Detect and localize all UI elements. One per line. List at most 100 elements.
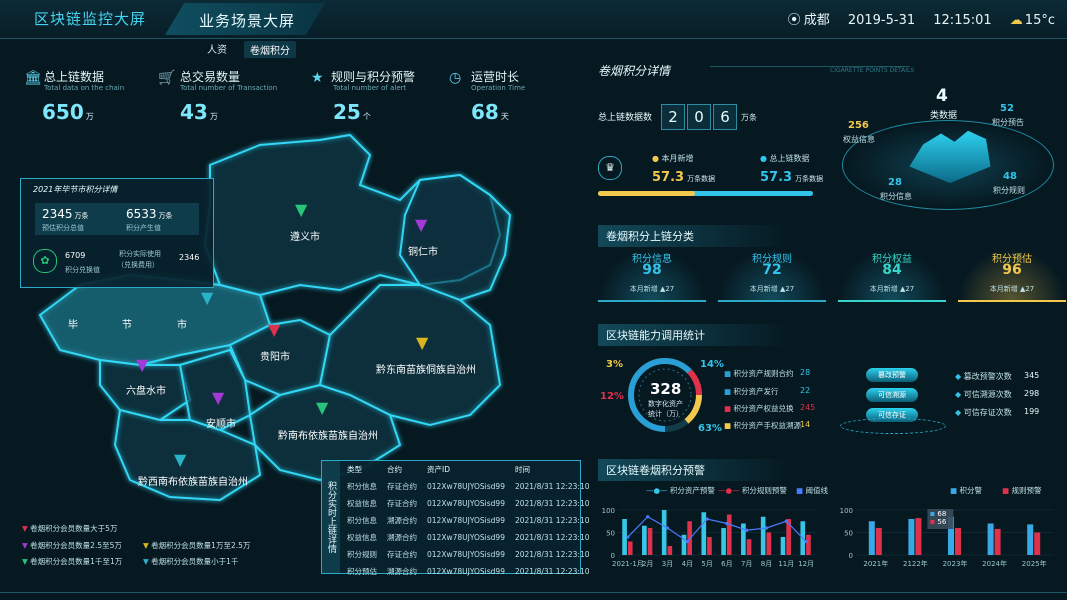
x-tick-label: 12月	[798, 560, 814, 568]
y-tick-label: 0	[849, 552, 853, 560]
subtab-hr[interactable]: 人资	[207, 41, 227, 56]
y-tick-label: 0	[611, 552, 615, 560]
category-card[interactable]: 积分预估 96 本月新增 ▲27	[958, 248, 1066, 302]
bar	[908, 519, 915, 555]
line-point	[685, 539, 689, 544]
category-card[interactable]: 积分权益 84 本月新增 ▲27	[838, 248, 946, 302]
stat-title: 总交易数量	[180, 70, 241, 84]
stat-title: 规则与积分预警	[331, 70, 416, 84]
bar	[726, 514, 732, 555]
marker-icon[interactable]: ▼	[212, 388, 224, 407]
realtime-table: 类型 合约 资产ID 时间 积分信息 存证合约 012Xw78UJYOSisd99 2021…	[342, 461, 595, 580]
marker-icon[interactable]: ▼	[415, 215, 427, 234]
bar	[915, 518, 922, 555]
map-label: 黔东南苗族侗族自治州	[376, 365, 476, 376]
x-tick-label: 8月	[761, 560, 772, 568]
marker-icon[interactable]: ▼	[174, 450, 186, 469]
x-tick-label: 2025年	[1022, 559, 1047, 568]
bar	[766, 532, 772, 555]
clock-icon: ◷	[449, 70, 462, 86]
series-line	[627, 515, 807, 543]
table-row[interactable]: 权益信息 溯源合约 012Xw78UJYOSisd99 2021/8/31 12:23…	[342, 529, 595, 546]
capability-value: 245	[800, 403, 816, 412]
map-label: 六盘水市	[126, 386, 166, 397]
bar	[806, 534, 811, 555]
bar	[667, 546, 673, 555]
table-row[interactable]: 积分规则 存证合约 012Xw78UJYOSisd99 2021/8/31 12:23…	[342, 546, 595, 563]
y-tick-label: 50	[606, 530, 615, 538]
stat-subtitle: Operation Time	[471, 84, 526, 92]
bar	[987, 523, 994, 555]
marker-icon[interactable]: ▼	[316, 398, 328, 417]
capability-item: ■ 积分资产发行	[724, 387, 779, 396]
map-label: 遵义市	[290, 232, 320, 243]
category-card[interactable]: 积分信息 98 本月新增 ▲27	[598, 248, 706, 302]
tab-business-screen[interactable]: 业务场景大屏	[165, 3, 325, 35]
capability-right-item: ◆ 可信存证次数	[955, 408, 1012, 417]
map-label: 节	[122, 320, 132, 331]
bijie-panel: 2021年毕节市积分详情 2345 万条 预估积分总值 6533 万条 积分产生值 …	[20, 178, 214, 288]
capability-value: 22	[800, 386, 811, 395]
table-row[interactable]: 积分预估 溯源合约 012Xw78UJYOSisd99 2021/8/31 12:23…	[342, 563, 595, 580]
ring-label: 积分规则	[993, 186, 1025, 195]
progress-fill	[598, 191, 695, 196]
stack-layer: 篡改预警	[866, 368, 918, 382]
digit-box: 6	[713, 104, 737, 130]
map-label: 毕	[68, 320, 78, 331]
map-label: 黔西南布依族苗族自治州	[138, 477, 248, 488]
pct-label: 12%	[600, 391, 624, 402]
temperature-label: 15°c	[1024, 13, 1055, 28]
capability-title: 区块链能力调用统计	[598, 324, 794, 346]
ring-value: 52	[1000, 103, 1014, 114]
line-point	[705, 517, 709, 521]
card-label: 预估积分总值	[42, 224, 84, 232]
capability-value: 28	[800, 368, 811, 377]
line-point	[646, 515, 650, 519]
bar	[661, 510, 667, 555]
pct-label: 14%	[700, 359, 724, 370]
app-title: 区块链监控大屏	[34, 10, 147, 28]
bar	[721, 528, 726, 555]
stack-layer: 可信溯源	[866, 388, 918, 402]
weather-icon: ☁	[1009, 13, 1023, 28]
ring-value: 256	[848, 120, 869, 131]
card-unit: 万条	[74, 212, 89, 220]
table-row[interactable]: 积分信息 存证合约 012Xw78UJYOSisd99 2021/8/31 12:23…	[342, 478, 595, 495]
y-tick-label: 100	[602, 507, 615, 515]
capability-value: 14	[800, 420, 811, 429]
card-value: 6533	[126, 207, 157, 221]
capability-center-value: 328	[650, 380, 682, 398]
digit-box: 0	[687, 104, 711, 130]
marker-icon[interactable]: ▼	[416, 333, 428, 352]
bar	[642, 525, 647, 555]
marker-icon[interactable]: ▼	[136, 355, 148, 374]
marker-icon[interactable]: ▼	[201, 288, 213, 307]
progress-bar	[598, 191, 813, 196]
y-tick-label: 100	[840, 507, 853, 515]
categories-title: 卷烟积分上链分类	[598, 225, 794, 247]
line-point	[665, 526, 670, 530]
capability-item: ■ 积分资产权益兑换	[724, 404, 794, 413]
table-header: 类型 合约 资产ID 时间	[347, 465, 530, 474]
x-tick-label: 2月	[642, 560, 653, 568]
x-tick-label: 2023年	[943, 559, 968, 568]
stat-title: 总上链数据	[44, 70, 105, 84]
y-tick-label: 50	[844, 530, 853, 538]
capability-center-label: 统计（万）	[648, 410, 683, 418]
ring-label: 权益信息	[843, 135, 875, 144]
bar	[701, 512, 707, 555]
capability-item: ■ 积分资产手权益溯源	[724, 421, 801, 430]
card-value: 2345	[42, 207, 73, 221]
capability-right-value: 345	[1024, 371, 1040, 380]
marker-icon[interactable]: ▼	[295, 200, 307, 219]
category-card[interactable]: 积分规则 72 本月新增 ▲27	[718, 248, 826, 302]
table-row[interactable]: 积分信息 溯源合约 012Xw78UJYOSisd99 2021/8/31 12:23…	[342, 512, 595, 529]
subtab-cigarette-points[interactable]: 卷烟积分	[244, 41, 296, 58]
x-tick-label: 2024年	[982, 559, 1007, 568]
capability-right-item: ◆ 篡改预警次数	[955, 372, 1012, 381]
bar	[746, 539, 752, 555]
marker-icon[interactable]: ▼	[268, 320, 280, 339]
line-point	[804, 539, 808, 544]
legend-item: ▼ 卷烟积分会员数量1千至1万	[22, 557, 123, 566]
table-row[interactable]: 权益信息 存证合约 012Xw78UJYOSisd99 2021/8/31 12:23…	[342, 495, 595, 512]
